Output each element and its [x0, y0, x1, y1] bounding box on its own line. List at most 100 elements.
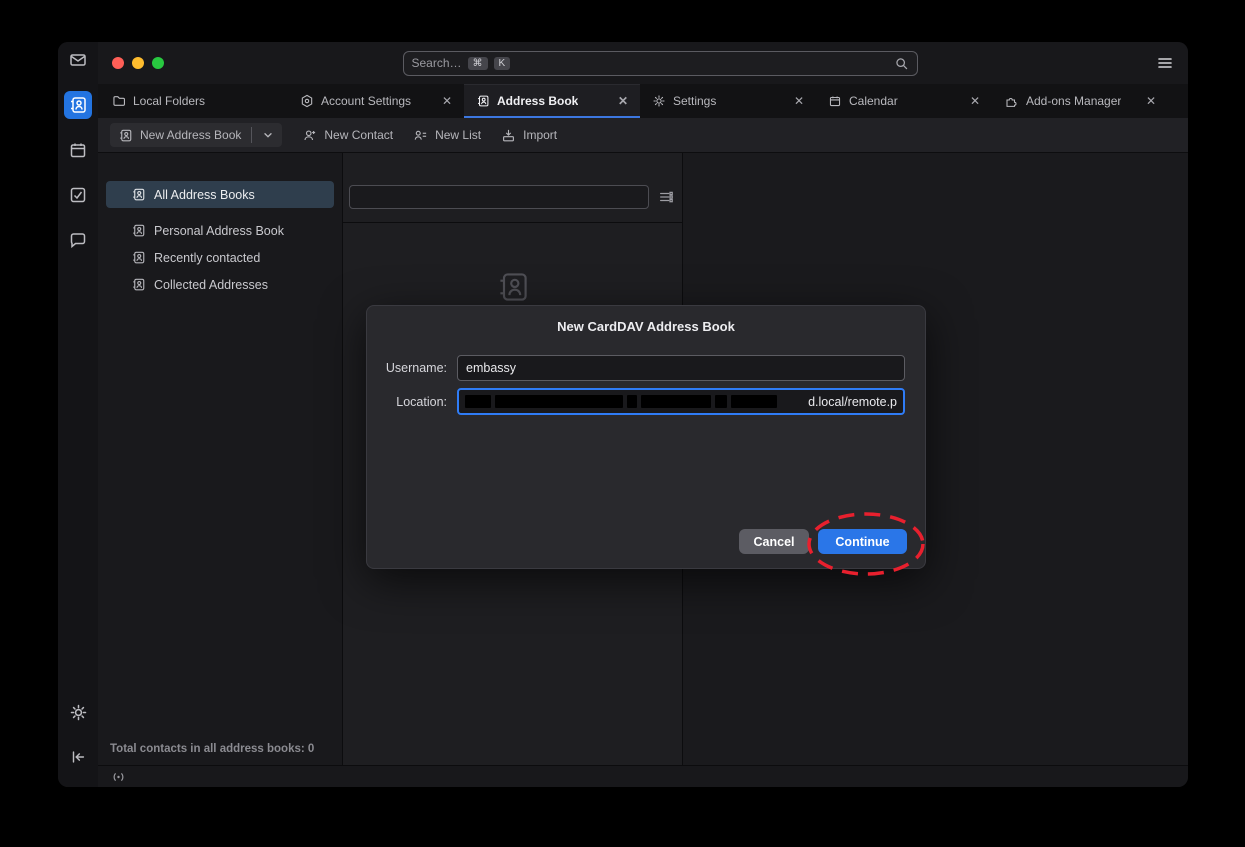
location-label: Location:: [381, 395, 447, 409]
address-book-name: Recently contacted: [154, 251, 260, 265]
tab-label: Settings: [673, 94, 716, 108]
tasks-icon: [68, 185, 88, 205]
cancel-button[interactable]: Cancel: [739, 529, 809, 554]
app-menu-button[interactable]: [1156, 54, 1174, 72]
address-book-icon: [68, 95, 88, 115]
address-book-icon: [476, 94, 490, 108]
folder-icon: [112, 94, 126, 108]
tasks-space-button[interactable]: [64, 181, 92, 209]
tab-calendar[interactable]: Calendar ✕: [816, 84, 992, 118]
new-address-book-button[interactable]: New Address Book: [110, 123, 282, 147]
contacts-search-input[interactable]: [349, 185, 649, 209]
search-placeholder: Search…: [412, 56, 462, 70]
chevron-down-icon[interactable]: [262, 129, 274, 141]
calendar-icon: [828, 94, 842, 108]
tab-address-book[interactable]: Address Book ✕: [464, 84, 640, 118]
address-book-icon: [131, 187, 146, 202]
new-contact-icon: [302, 128, 317, 143]
dialog-buttons: Cancel Continue: [739, 529, 907, 554]
tab-label: Account Settings: [321, 94, 411, 108]
close-tab-icon[interactable]: ✕: [442, 95, 452, 107]
tab-settings[interactable]: Settings ✕: [640, 84, 816, 118]
address-book-list-item[interactable]: All Address Books: [106, 181, 334, 208]
location-visible-text: d.local/remote.p: [808, 395, 897, 409]
username-label: Username:: [381, 361, 447, 375]
total-contacts-status: Total contacts in all address books: 0: [98, 733, 342, 765]
thunderbird-window: Search… ⌘ K: [58, 42, 1188, 787]
mail-space-button[interactable]: [64, 46, 92, 74]
hamburger-icon: [1156, 54, 1174, 72]
import-icon: [501, 128, 516, 143]
address-book-name: Collected Addresses: [154, 278, 268, 292]
redaction-bar: [465, 395, 491, 408]
address-books-pane: All Address Books Personal Address Book …: [98, 153, 342, 765]
address-book-space-button[interactable]: [64, 91, 92, 119]
global-search-field[interactable]: Search… ⌘ K: [403, 51, 918, 76]
traffic-lights: [112, 57, 164, 69]
new-list-button[interactable]: New List: [413, 128, 481, 143]
zoom-window-button[interactable]: [152, 57, 164, 69]
address-book-list-item[interactable]: Personal Address Book: [106, 217, 334, 244]
close-window-button[interactable]: [112, 57, 124, 69]
redaction-bar: [715, 395, 727, 408]
username-input[interactable]: [457, 355, 905, 381]
new-contact-button[interactable]: New Contact: [302, 128, 393, 143]
close-tab-icon[interactable]: ✕: [970, 95, 980, 107]
address-book-icon: [131, 250, 146, 265]
status-bar: [98, 765, 1188, 787]
tab-label: Calendar: [849, 94, 898, 108]
minimize-window-button[interactable]: [132, 57, 144, 69]
redaction-bar: [731, 395, 777, 408]
display-options-icon[interactable]: [658, 189, 674, 205]
settings-space-button[interactable]: [64, 698, 92, 726]
k-keycap: K: [494, 57, 511, 70]
address-book-toolbar: New Address Book New Contact: [98, 118, 1188, 153]
continue-button[interactable]: Continue: [818, 529, 907, 554]
new-address-book-label: New Address Book: [140, 128, 241, 142]
contacts-search-row: [343, 153, 682, 223]
divider: [251, 127, 252, 143]
tab-account-settings[interactable]: Account Settings ✕: [288, 84, 464, 118]
address-book-name: Personal Address Book: [154, 224, 284, 238]
search-icon: [894, 56, 909, 71]
puzzle-icon: [1004, 94, 1019, 109]
account-settings-icon: [300, 94, 314, 108]
tab-label: Local Folders: [133, 94, 205, 108]
address-book-icon: [131, 277, 146, 292]
calendar-icon: [68, 140, 88, 160]
spaces-toolbar: [58, 42, 98, 787]
address-book-icon: [118, 128, 133, 143]
tab-local-folders[interactable]: Local Folders: [100, 84, 288, 118]
network-broadcast-icon: [110, 770, 127, 784]
location-input[interactable]: d.local/remote.p: [457, 388, 905, 415]
close-tab-icon[interactable]: ✕: [618, 95, 628, 107]
new-list-icon: [413, 128, 428, 143]
gear-icon: [652, 94, 666, 108]
tab-addons-manager[interactable]: Add-ons Manager ✕: [992, 84, 1168, 118]
collapse-spaces-button[interactable]: [64, 743, 92, 771]
address-book-list-item[interactable]: Collected Addresses: [106, 271, 334, 298]
close-tab-icon[interactable]: ✕: [1146, 95, 1156, 107]
redaction-bar: [641, 395, 711, 408]
redaction-bar: [627, 395, 637, 408]
dialog-title: New CardDAV Address Book: [367, 306, 925, 334]
address-book-name: All Address Books: [154, 188, 255, 202]
address-book-list-item[interactable]: Recently contacted: [106, 244, 334, 271]
tab-bar: Local Folders Account Settings ✕ Address…: [98, 84, 1188, 118]
username-row: Username:: [367, 355, 925, 381]
address-book-icon: [131, 223, 146, 238]
collapse-left-icon: [69, 748, 87, 766]
chat-icon: [68, 230, 88, 250]
redaction-bar: [495, 395, 623, 408]
calendar-space-button[interactable]: [64, 136, 92, 164]
import-button[interactable]: Import: [501, 128, 557, 143]
window-header: Search… ⌘ K: [98, 42, 1188, 84]
mail-icon: [68, 50, 88, 70]
desktop-background: Search… ⌘ K: [0, 0, 1245, 847]
tab-label: Add-ons Manager: [1026, 94, 1121, 108]
import-label: Import: [523, 128, 557, 142]
cmd-keycap: ⌘: [468, 57, 488, 70]
chat-space-button[interactable]: [64, 226, 92, 254]
close-tab-icon[interactable]: ✕: [794, 95, 804, 107]
new-list-label: New List: [435, 128, 481, 142]
